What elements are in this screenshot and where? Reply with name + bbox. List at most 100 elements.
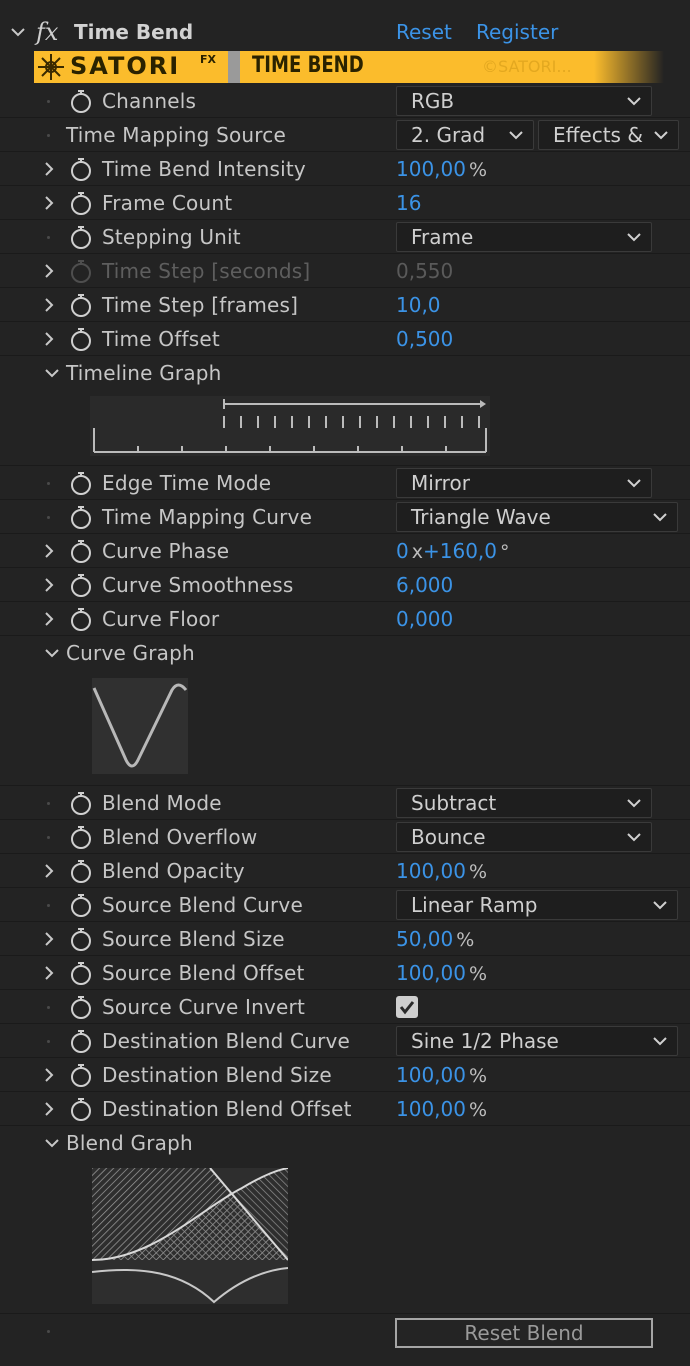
register-link[interactable]: Register xyxy=(476,20,558,44)
stopwatch-icon[interactable] xyxy=(68,790,94,816)
stepping-unit-dropdown[interactable]: Frame xyxy=(396,222,652,252)
time-step-frames-value[interactable]: 10,0 xyxy=(396,291,441,319)
blend-graph xyxy=(92,1168,288,1304)
fx-icon[interactable]: fx xyxy=(36,18,58,46)
chevron-down-icon[interactable] xyxy=(44,368,60,380)
satori-banner: SATORI FX TIME BEND ©SATORI... xyxy=(34,51,664,83)
curve-floor-value[interactable]: 0,000 xyxy=(396,605,453,633)
source-curve-invert-checkbox[interactable] xyxy=(396,996,418,1018)
stopwatch-icon[interactable] xyxy=(68,1028,94,1054)
group-label: Curve Graph xyxy=(66,641,195,665)
blend-mode-dropdown[interactable]: Subtract xyxy=(396,788,652,818)
param-label: Blend Mode xyxy=(102,791,222,815)
param-stepping-unit: Stepping Unit Frame xyxy=(0,220,690,254)
channels-dropdown[interactable]: RGB xyxy=(396,86,652,116)
param-time-step-seconds: Time Step [seconds] 0,550 xyxy=(0,254,690,288)
stopwatch-icon[interactable] xyxy=(68,892,94,918)
timeline-graph xyxy=(90,396,490,456)
chevron-down-icon xyxy=(627,233,641,242)
source-blend-curve-dropdown[interactable]: Linear Ramp xyxy=(396,890,678,920)
chevron-down-icon[interactable] xyxy=(10,27,26,39)
param-destination-blend-offset: Destination Blend Offset 100,00% xyxy=(0,1092,690,1126)
stopwatch-icon[interactable] xyxy=(68,824,94,850)
param-time-bend-intensity: Time Bend Intensity 100,00% xyxy=(0,152,690,186)
stopwatch-icon[interactable] xyxy=(68,292,94,318)
source-blend-offset-value[interactable]: 100,00% xyxy=(396,959,487,987)
param-curve-smoothness: Curve Smoothness 6,000 xyxy=(0,568,690,602)
chevron-right-icon[interactable] xyxy=(42,263,56,279)
reset-link[interactable]: Reset xyxy=(396,20,452,44)
param-label: Time Step [frames] xyxy=(102,293,299,317)
chevron-down-icon[interactable] xyxy=(44,1138,60,1150)
param-label: Time Bend Intensity xyxy=(102,157,306,181)
stopwatch-icon[interactable] xyxy=(68,994,94,1020)
chevron-right-icon[interactable] xyxy=(42,195,56,211)
stopwatch-icon[interactable] xyxy=(68,606,94,632)
param-label: Blend Opacity xyxy=(102,859,245,883)
param-blend-mode: Blend Mode Subtract xyxy=(0,786,690,820)
stopwatch-icon[interactable] xyxy=(68,224,94,250)
time-offset-value[interactable]: 0,500 xyxy=(396,325,453,353)
param-edge-time-mode: Edge Time Mode Mirror xyxy=(0,466,690,500)
banner-copyright: ©SATORI... xyxy=(482,57,572,76)
chevron-right-icon[interactable] xyxy=(42,577,56,593)
destination-blend-curve-dropdown[interactable]: Sine 1/2 Phase xyxy=(396,1026,678,1056)
param-label: Blend Overflow xyxy=(102,825,258,849)
revolutions-value: 0 xyxy=(396,539,409,563)
chevron-down-icon xyxy=(653,901,667,910)
product-name: TIME BEND xyxy=(252,53,364,78)
curve-smoothness-value[interactable]: 6,000 xyxy=(396,571,453,599)
blend-overflow-dropdown[interactable]: Bounce xyxy=(396,822,652,852)
destination-blend-offset-value[interactable]: 100,00% xyxy=(396,1095,487,1123)
chevron-right-icon[interactable] xyxy=(42,965,56,981)
param-time-mapping-curve: Time Mapping Curve Triangle Wave xyxy=(0,500,690,534)
param-frame-count: Frame Count 16 xyxy=(0,186,690,220)
curve-phase-value[interactable]: 0 x+160,0 ° xyxy=(396,537,510,565)
param-label: Source Blend Offset xyxy=(102,961,305,985)
stopwatch-icon[interactable] xyxy=(68,504,94,530)
reset-blend-button[interactable]: Reset Blend xyxy=(395,1318,653,1348)
stopwatch-icon[interactable] xyxy=(68,88,94,114)
time-mapping-curve-dropdown[interactable]: Triangle Wave xyxy=(396,502,678,532)
blend-graph-group: Blend Graph xyxy=(0,1126,690,1314)
stopwatch-icon[interactable] xyxy=(68,1062,94,1088)
effect-header: fx Time Bend Reset Register xyxy=(0,16,690,50)
stopwatch-icon[interactable] xyxy=(68,926,94,952)
destination-blend-size-value[interactable]: 100,00% xyxy=(396,1061,487,1089)
chevron-right-icon[interactable] xyxy=(42,611,56,627)
param-source-blend-offset: Source Blend Offset 100,00% xyxy=(0,956,690,990)
chevron-right-icon[interactable] xyxy=(42,543,56,559)
chevron-right-icon[interactable] xyxy=(42,1067,56,1083)
source-blend-size-value[interactable]: 50,00% xyxy=(396,925,474,953)
chevron-down-icon[interactable] xyxy=(44,648,60,660)
stopwatch-icon[interactable] xyxy=(68,572,94,598)
stopwatch-icon[interactable] xyxy=(68,960,94,986)
stopwatch-icon[interactable] xyxy=(68,156,94,182)
chevron-right-icon[interactable] xyxy=(42,931,56,947)
checkmark-icon xyxy=(399,1001,415,1015)
chevron-right-icon[interactable] xyxy=(42,1101,56,1117)
param-label: Time Mapping Curve xyxy=(102,505,313,529)
edge-time-mode-dropdown[interactable]: Mirror xyxy=(396,468,652,498)
effects-source-dropdown[interactable]: Effects & M xyxy=(538,120,679,150)
param-time-step-frames: Time Step [frames] 10,0 xyxy=(0,288,690,322)
stopwatch-icon[interactable] xyxy=(68,1096,94,1122)
stopwatch-icon[interactable] xyxy=(68,858,94,884)
stopwatch-icon[interactable] xyxy=(68,470,94,496)
chevron-right-icon[interactable] xyxy=(42,331,56,347)
chevron-right-icon[interactable] xyxy=(42,863,56,879)
curve-graph-group: Curve Graph xyxy=(0,636,690,786)
intensity-value[interactable]: 100,00% xyxy=(396,155,487,183)
layer-source-dropdown[interactable]: 2. Grad xyxy=(396,120,534,150)
stopwatch-icon[interactable] xyxy=(68,190,94,216)
stopwatch-icon[interactable] xyxy=(68,538,94,564)
param-channels: Channels RGB xyxy=(0,84,690,118)
chevron-down-icon xyxy=(509,131,523,140)
blend-opacity-value[interactable]: 100,00% xyxy=(396,857,487,885)
frame-count-value[interactable]: 16 xyxy=(396,189,421,217)
chevron-down-icon xyxy=(627,97,641,106)
chevron-right-icon[interactable] xyxy=(42,297,56,313)
timeline-graph-group: Timeline Graph xyxy=(0,356,690,466)
chevron-right-icon[interactable] xyxy=(42,161,56,177)
stopwatch-icon[interactable] xyxy=(68,326,94,352)
